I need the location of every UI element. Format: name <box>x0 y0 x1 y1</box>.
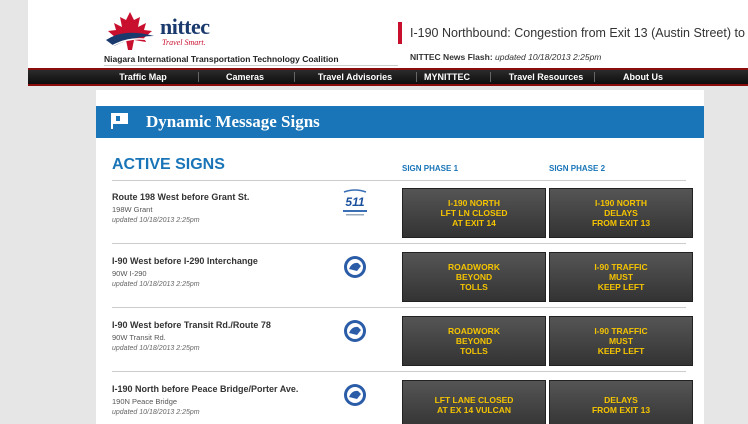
sign-updated: updated 10/18/2013 2:25pm <box>112 217 200 224</box>
sign-message-line: MUST <box>608 272 634 282</box>
sign-phase-1-display: ROADWORK BEYOND TOLLS <box>402 316 546 366</box>
nav-traffic-map[interactable]: Traffic Map <box>98 70 188 84</box>
sign-phase-1-display: LFT LANE CLOSED AT EX 14 VULCAN <box>402 380 546 424</box>
flag-icon <box>111 113 128 129</box>
news-flash-label: NITTEC News Flash: <box>410 52 493 62</box>
sign-name[interactable]: Route 198 West before Grant St. <box>112 192 249 202</box>
nittec-logo[interactable]: nittec Travel Smart. Niagara Internation… <box>104 8 404 66</box>
header-divider <box>112 180 686 181</box>
sign-name[interactable]: I-190 North before Peace Bridge/Porter A… <box>112 384 298 394</box>
sign-code: 90W I-290 <box>112 269 147 278</box>
sign-phase-2-display: I-90 TRAFFIC MUST KEEP LEFT <box>549 252 693 302</box>
sign-message-line: FROM EXIT 13 <box>591 218 651 228</box>
sign-message-line: DELAYS <box>604 395 638 405</box>
sign-message-line: BEYOND <box>455 336 493 346</box>
org-name: Niagara International Transportation Tec… <box>104 54 339 64</box>
sign-row: I-90 West before Transit Rd./Route 78 90… <box>112 310 693 372</box>
news-flash: NITTEC News Flash: updated 10/18/2013 2:… <box>410 52 601 62</box>
sign-message-line: MUST <box>608 336 634 346</box>
brand-tagline: Travel Smart. <box>162 38 206 47</box>
sign-message-line: KEEP LEFT <box>597 282 645 292</box>
sign-message-line: KEEP LEFT <box>597 346 645 356</box>
row-divider <box>112 307 686 308</box>
sign-phase-2-display: DELAYS FROM EXIT 13 <box>549 380 693 424</box>
sign-message-line: I-190 NORTH <box>595 198 647 208</box>
sign-message-line: DELAYS <box>604 208 638 218</box>
sign-row: Route 198 West before Grant St. 198W Gra… <box>112 182 693 244</box>
nav-mynittec[interactable]: MYNITTEC <box>412 70 482 84</box>
sign-phase-2-display: I-190 NORTH DELAYS FROM EXIT 13 <box>549 188 693 238</box>
sign-message-line: AT EX 14 VULCAN <box>437 405 511 415</box>
nys-seal-icon <box>344 256 366 278</box>
svg-text:511: 511 <box>345 195 364 209</box>
nav-about-us[interactable]: About Us <box>608 70 678 84</box>
sign-row: I-90 West before I-290 Interchange 90W I… <box>112 246 693 308</box>
nav-travel-advisories[interactable]: Travel Advisories <box>300 70 410 84</box>
sign-message-line: AT EXIT 14 <box>452 218 496 228</box>
sign-message-line: I-190 NORTH <box>448 198 500 208</box>
nav-divider <box>594 72 595 82</box>
main-nav: Traffic Map Cameras Travel Advisories MY… <box>28 68 748 86</box>
sign-code: 190N Peace Bridge <box>112 397 178 406</box>
sign-phase-2-heading: SIGN PHASE 2 <box>549 164 606 173</box>
row-divider <box>112 243 686 244</box>
sign-message-line: BEYOND <box>455 272 493 282</box>
nav-divider <box>198 72 199 82</box>
news-flash-updated: updated 10/18/2013 2:25pm <box>495 52 602 62</box>
sign-message-line: TOLLS <box>460 282 488 292</box>
sign-phase-1-display: ROADWORK BEYOND TOLLS <box>402 252 546 302</box>
sign-updated: updated 10/18/2013 2:25pm <box>112 409 200 416</box>
ticker-text: I-190 Northbound: Congestion from Exit 1… <box>410 26 745 40</box>
sign-row: I-190 North before Peace Bridge/Porter A… <box>112 374 693 424</box>
brand-name: nittec <box>160 14 210 39</box>
traffic-ticker[interactable]: I-190 Northbound: Congestion from Exit 1… <box>398 22 748 44</box>
maple-leaf-logo-icon <box>106 12 154 50</box>
logo-divider <box>104 65 398 66</box>
sign-message-line: I-90 TRAFFIC <box>594 326 648 336</box>
sign-code: 198W Grant <box>112 205 153 214</box>
nav-cameras[interactable]: Cameras <box>206 70 284 84</box>
sign-name[interactable]: I-90 West before I-290 Interchange <box>112 256 258 266</box>
sign-message-line: LFT LN CLOSED <box>440 208 508 218</box>
nav-divider <box>294 72 295 82</box>
sign-updated: updated 10/18/2013 2:25pm <box>112 345 200 352</box>
main-content: Dynamic Message Signs ACTIVE SIGNS SIGN … <box>96 90 704 424</box>
page-banner: Dynamic Message Signs <box>96 106 704 138</box>
sign-message-line: LFT LANE CLOSED <box>434 395 514 405</box>
nys-seal-icon <box>344 384 366 406</box>
sign-message-line: ROADWORK <box>448 326 500 336</box>
row-divider <box>112 371 686 372</box>
site-header: nittec Travel Smart. Niagara Internation… <box>28 0 748 68</box>
sign-phase-2-display: I-90 TRAFFIC MUST KEEP LEFT <box>549 316 693 366</box>
sign-name[interactable]: I-90 West before Transit Rd./Route 78 <box>112 320 271 330</box>
sign-phase-1-heading: SIGN PHASE 1 <box>402 164 459 173</box>
sign-message-line: I-90 TRAFFIC <box>594 262 648 272</box>
511-logo-icon: 511 <box>343 189 367 216</box>
active-signs-heading: ACTIVE SIGNS <box>112 156 225 173</box>
nys-seal-icon <box>344 320 366 342</box>
sign-message-line: ROADWORK <box>448 262 500 272</box>
page-title: Dynamic Message Signs <box>146 112 320 131</box>
sign-phase-1-display: I-190 NORTH LFT LN CLOSED AT EXIT 14 <box>402 188 546 238</box>
sign-message-line: TOLLS <box>460 346 488 356</box>
sign-updated: updated 10/18/2013 2:25pm <box>112 281 200 288</box>
sign-message-line: FROM EXIT 13 <box>591 405 651 415</box>
sign-code: 90W Transit Rd. <box>112 333 166 342</box>
nav-travel-resources[interactable]: Travel Resources <box>496 70 596 84</box>
nav-divider <box>490 72 491 82</box>
